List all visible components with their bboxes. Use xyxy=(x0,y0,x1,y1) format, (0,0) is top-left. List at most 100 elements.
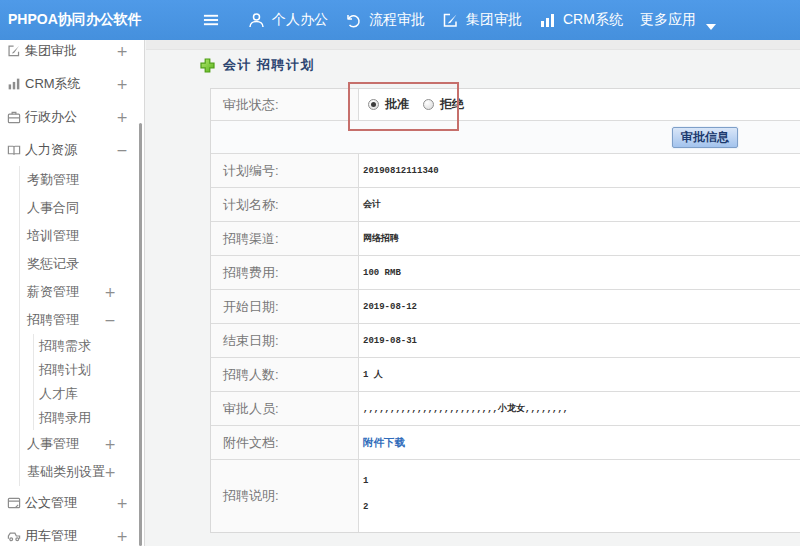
page-title-row: 会计 招聘计划 xyxy=(200,57,800,73)
user-icon xyxy=(248,12,265,29)
topnav-label: 个人办公 xyxy=(272,11,328,29)
sidebar-item-label: 招聘录用 xyxy=(39,409,91,427)
sidebar-item[interactable]: 人事管理 + xyxy=(20,430,144,458)
sidebar-item[interactable]: 奖惩记录 xyxy=(20,250,144,278)
field-label: 开始日期: xyxy=(211,290,359,323)
sidebar-item[interactable]: 公文管理 + xyxy=(0,486,144,519)
sidebar-item[interactable]: 行政办公 + xyxy=(0,100,144,133)
expand-icon[interactable]: + xyxy=(116,109,128,125)
caret-down-icon xyxy=(706,17,716,23)
topnav-item[interactable]: 更多应用 xyxy=(640,11,716,29)
sidebar-item-label: 薪资管理 xyxy=(27,283,79,301)
chart-icon xyxy=(7,77,21,91)
app-title: PHPOA协同办公软件 xyxy=(0,11,195,29)
form-row: 审批状态:批准拒绝 xyxy=(211,89,800,121)
expand-icon[interactable]: + xyxy=(116,43,128,59)
collapse-icon[interactable]: − xyxy=(104,312,116,328)
sidebar-item[interactable]: 招聘计划 xyxy=(34,358,144,382)
sidebar-item-label: 招聘计划 xyxy=(39,361,91,379)
field-value: ,,,,,,,,,,,,,,,,,,,,,,,,,小龙女,,,,,,,, xyxy=(359,392,800,425)
approval-info-button[interactable]: 审批信息 xyxy=(672,127,738,148)
sidebar-item-label: 培训管理 xyxy=(27,227,79,245)
sidebar-item-label: 用车管理 xyxy=(25,527,77,545)
sidebar-item-label: 奖惩记录 xyxy=(27,255,79,273)
field-label: 附件文档: xyxy=(211,426,359,459)
expand-icon[interactable]: + xyxy=(104,464,116,480)
sidebar-item[interactable]: 人力资源 − xyxy=(0,133,144,166)
sidebar-item-label: 集团审批 xyxy=(25,42,77,60)
topnav-label: 更多应用 xyxy=(640,11,696,29)
field-value: 网络招聘 xyxy=(359,222,800,255)
sidebar-item[interactable]: 招聘需求 xyxy=(34,334,144,358)
topbar: PHPOA协同办公软件 个人办公 流程审批 集团审批 CRM系统更多应用 xyxy=(0,0,800,40)
topnav-label: 集团审批 xyxy=(466,11,522,29)
topnav-label: CRM系统 xyxy=(563,11,623,29)
car-icon xyxy=(7,529,21,543)
expand-icon[interactable]: + xyxy=(116,495,128,511)
field-value: 会计 xyxy=(359,188,800,221)
form-row: 审批人员:,,,,,,,,,,,,,,,,,,,,,,,,,小龙女,,,,,,,… xyxy=(211,392,800,426)
expand-icon[interactable]: + xyxy=(104,284,116,300)
sidebar-item[interactable]: 招聘录用 xyxy=(34,406,144,430)
field-value: 2019-08-12 xyxy=(359,290,800,323)
process-icon xyxy=(345,12,362,29)
field-label: 招聘人数: xyxy=(211,358,359,391)
expand-icon[interactable]: + xyxy=(116,528,128,544)
main-content: 会计 招聘计划 审批状态:批准拒绝审批信息计划编号:20190812111340… xyxy=(146,40,800,546)
field-value: 附件下载 xyxy=(359,426,800,459)
description-line: 1 xyxy=(363,468,800,494)
topnav-item[interactable]: CRM系统 xyxy=(539,11,623,29)
top-navigation: 个人办公 流程审批 集团审批 CRM系统更多应用 xyxy=(248,11,733,29)
sidebar-item-label: 招聘管理 xyxy=(27,311,79,329)
field-label: 招聘渠道: xyxy=(211,222,359,255)
description-line: 2 xyxy=(363,494,800,520)
topnav-item[interactable]: 流程审批 xyxy=(345,11,425,29)
sidebar-item[interactable]: 培训管理 xyxy=(20,222,144,250)
form-row: 招聘费用:100 RMB xyxy=(211,256,800,290)
field-label: 结束日期: xyxy=(211,324,359,357)
sidebar-item-label: 人力资源 xyxy=(25,141,77,159)
annotation-box xyxy=(348,82,459,131)
form-row: 附件文档: 附件下载 xyxy=(211,426,800,460)
sidebar-item[interactable]: 用车管理 + xyxy=(0,519,144,546)
content-top-strip xyxy=(146,40,800,50)
sidebar-item[interactable]: CRM系统+ xyxy=(0,67,144,100)
sidebar-item-label: 人事合同 xyxy=(27,199,79,217)
field-value: 2019-08-31 xyxy=(359,324,800,357)
sidebar-item[interactable]: 人才库 xyxy=(34,382,144,406)
field-value: 12 xyxy=(359,460,800,532)
form-row: 招聘渠道:网络招聘 xyxy=(211,222,800,256)
field-label: 招聘说明: xyxy=(211,460,359,532)
sidebar-item-label: 公文管理 xyxy=(25,494,77,512)
book-icon xyxy=(7,143,21,157)
expand-icon[interactable]: + xyxy=(116,76,128,92)
sidebar-item[interactable]: 招聘管理 − xyxy=(20,306,144,334)
form-row: 计划名称:会计 xyxy=(211,188,800,222)
chart-icon xyxy=(539,12,556,29)
topnav-label: 流程审批 xyxy=(369,11,425,29)
form-row: 招聘说明:12 xyxy=(211,460,800,532)
button-row: 审批信息 xyxy=(211,121,800,154)
form-row: 招聘人数:1 人 xyxy=(211,358,800,392)
field-value: 20190812111340 xyxy=(359,154,800,187)
topnav-item[interactable]: 集团审批 xyxy=(442,11,522,29)
field-label: 计划名称: xyxy=(211,188,359,221)
attachment-download-link[interactable]: 附件下载 xyxy=(363,436,405,450)
collapse-icon[interactable]: − xyxy=(116,142,128,158)
sidebar-item[interactable]: 薪资管理 + xyxy=(20,278,144,306)
field-label: 招聘费用: xyxy=(211,256,359,289)
sidebar-item[interactable]: 人事合同 xyxy=(20,194,144,222)
expand-icon[interactable]: + xyxy=(104,436,116,452)
sidebar-item[interactable]: 基础类别设置+ xyxy=(20,458,144,486)
document-icon xyxy=(7,496,21,510)
sidebar-item-label: 行政办公 xyxy=(25,108,77,126)
field-value: 1 人 xyxy=(359,358,800,391)
field-label: 计划编号: xyxy=(211,154,359,187)
approval-form: 审批状态:批准拒绝审批信息计划编号:20190812111340计划名称:会计招… xyxy=(210,88,800,533)
topnav-item[interactable]: 个人办公 xyxy=(248,11,328,29)
page-title: 会计 招聘计划 xyxy=(223,56,315,74)
hamburger-menu-icon[interactable] xyxy=(203,12,219,28)
sidebar-item-label: 人事管理 xyxy=(27,435,79,453)
sidebar-scrollbar-thumb[interactable] xyxy=(139,123,142,546)
sidebar-item[interactable]: 考勤管理 xyxy=(20,166,144,194)
